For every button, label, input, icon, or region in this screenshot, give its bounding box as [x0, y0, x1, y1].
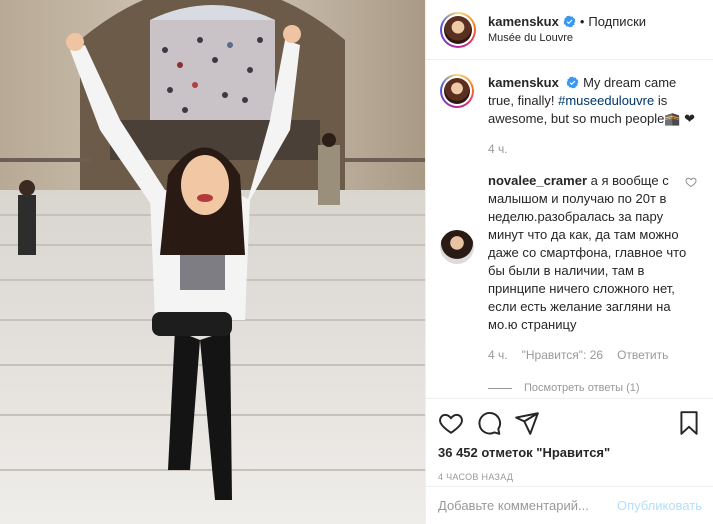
separator-dot: • — [579, 14, 585, 30]
reply-button[interactable]: Ответить — [617, 346, 668, 364]
header-username[interactable]: kamenskux — [488, 14, 559, 30]
follow-button[interactable]: Подписки — [588, 14, 646, 30]
caption-block: kamenskux My dream came true, finally! #… — [440, 74, 699, 158]
commenter-avatar[interactable] — [440, 230, 474, 264]
post-photo[interactable] — [0, 0, 425, 524]
comment-username[interactable]: novalee_cramer — [488, 173, 587, 188]
heart-icon[interactable] — [438, 410, 464, 436]
comment-block: novalee_cramer а я вообще с малышом и по… — [440, 172, 699, 364]
header-text: kamenskux • Подписки Musée du Louvre — [488, 14, 646, 45]
view-replies-label[interactable]: Посмотреть ответы (1) — [524, 382, 640, 394]
action-icons — [438, 407, 702, 439]
comments-area[interactable]: kamenskux My dream came true, finally! #… — [426, 60, 713, 398]
avatar[interactable] — [440, 11, 476, 48]
post-timestamp[interactable]: 4 ЧАСОВ НАЗАД — [438, 472, 702, 482]
caption-body: kamenskux My dream came true, finally! #… — [488, 74, 699, 158]
comment-likes[interactable]: "Нравится": 26 — [522, 346, 604, 364]
post-actions: 36 452 отметок "Нравится" 4 ЧАСОВ НАЗАД — [426, 398, 713, 482]
caption-meta: 4 ч. — [488, 140, 699, 158]
reply-divider — [488, 387, 512, 389]
comment-body: novalee_cramer а я вообще с малышом и по… — [488, 172, 699, 364]
likes-count[interactable]: 36 452 отметок "Нравится" — [438, 445, 702, 460]
caption-time[interactable]: 4 ч. — [488, 140, 508, 158]
comment-text: а я вообще с малышом и получаю по 20т в … — [488, 173, 687, 332]
view-replies[interactable]: Посмотреть ответы (1) — [488, 382, 699, 394]
small-heart-icon[interactable] — [685, 176, 697, 188]
comment-input[interactable] — [438, 498, 617, 513]
caption-username[interactable]: kamenskux — [488, 75, 559, 90]
comment-meta: 4 ч. "Нравится": 26 Ответить — [488, 346, 687, 364]
photo-illustration — [0, 0, 425, 524]
bookmark-icon[interactable] — [676, 410, 702, 436]
verified-icon — [563, 15, 576, 28]
instagram-post: kamenskux • Подписки Musée du Louvre kam… — [0, 0, 713, 524]
share-icon[interactable] — [514, 410, 540, 436]
post-header: kamenskux • Подписки Musée du Louvre — [426, 0, 713, 60]
comment-time[interactable]: 4 ч. — [488, 346, 508, 364]
caption-hashtag[interactable]: #museedulouvre — [558, 93, 654, 108]
verified-icon — [566, 76, 579, 89]
post-sidebar: kamenskux • Подписки Musée du Louvre kam… — [425, 0, 713, 524]
location-link[interactable]: Musée du Louvre — [488, 32, 646, 45]
add-comment-bar: Опубликовать — [426, 486, 713, 524]
publish-button[interactable]: Опубликовать — [617, 498, 702, 513]
caption-avatar[interactable] — [440, 74, 474, 108]
comment-icon[interactable] — [476, 410, 502, 436]
